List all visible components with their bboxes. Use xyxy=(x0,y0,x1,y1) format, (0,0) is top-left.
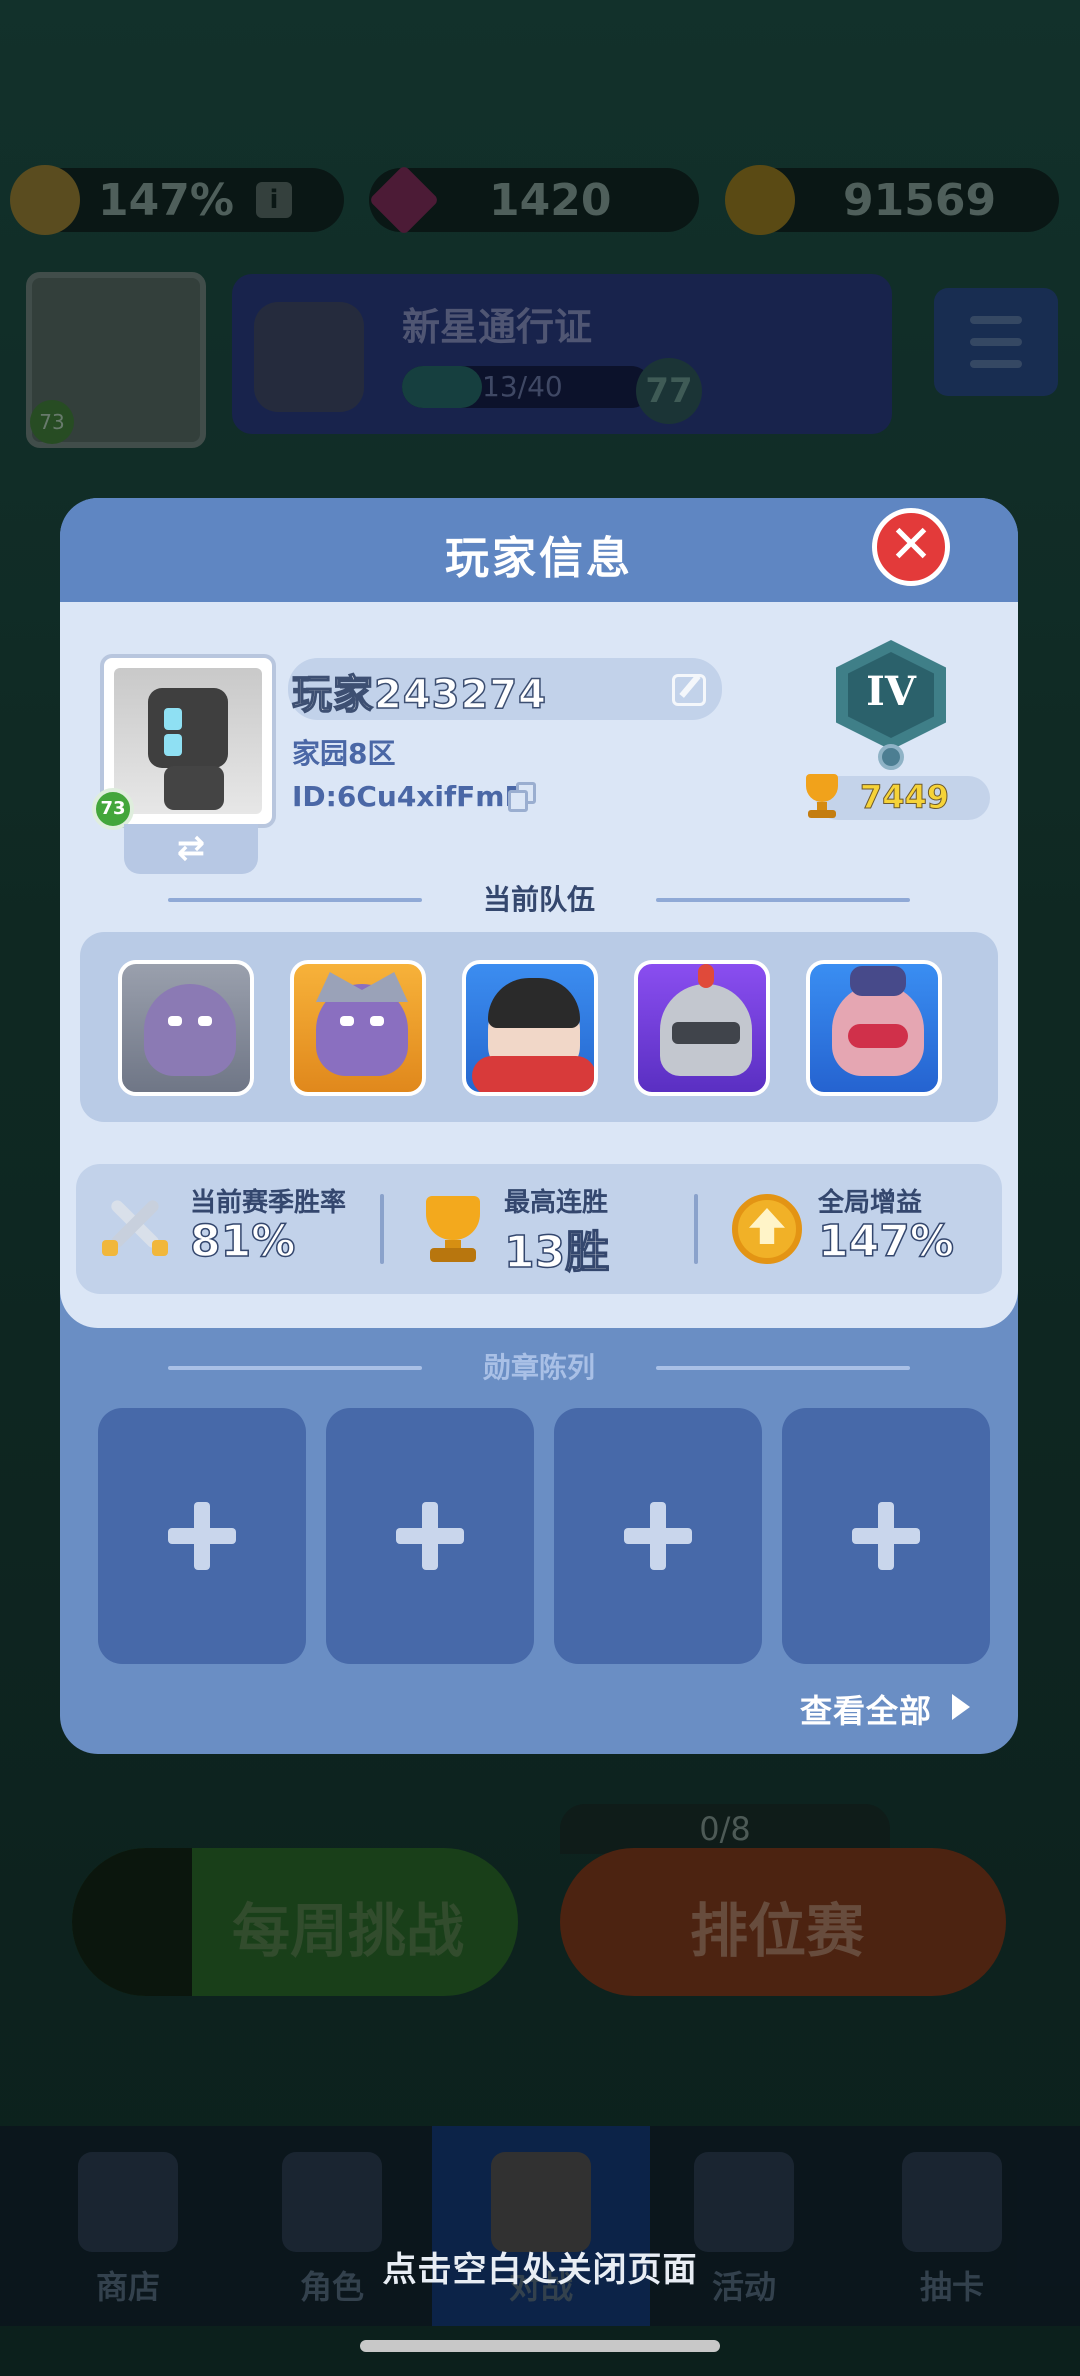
view-all-link[interactable]: 查看全部 xyxy=(800,1686,932,1732)
swap-arrows-icon: ⇄ xyxy=(176,828,206,868)
current-team xyxy=(80,932,998,1122)
hero-slot[interactable] xyxy=(118,960,254,1096)
player-info-panel: 73 ⇄ 玩家243274 家园8区 ID:6Cu4xifFmE IV 7449… xyxy=(60,602,1018,1328)
robot-cat-avatar-icon xyxy=(114,668,262,814)
stat-divider xyxy=(380,1194,384,1264)
global-boost-label: 全局增益 xyxy=(818,1188,923,1218)
edit-name-icon[interactable] xyxy=(672,674,706,706)
home-indicator[interactable] xyxy=(360,2340,720,2352)
medal-slot-add[interactable] xyxy=(554,1408,762,1664)
stat-divider xyxy=(694,1194,698,1264)
home-zone: 家园8区 xyxy=(292,737,396,770)
rank-emblem-icon[interactable]: IV xyxy=(836,640,946,770)
medal-divider-right xyxy=(656,1366,910,1370)
trophy-icon xyxy=(800,772,844,820)
stats-panel: 当前赛季胜率 81% 最高连胜 13胜 全局增益 147% xyxy=(76,1164,1002,1294)
rank-tier: IV xyxy=(866,668,916,715)
win-rate-value: 81% xyxy=(189,1215,296,1268)
hero-slot[interactable] xyxy=(462,960,598,1096)
player-info-modal: 玩家信息 73 ⇄ 玩家243274 家园8区 ID:6Cu4xifFmE IV xyxy=(60,498,1018,1754)
win-streak-label: 最高连胜 xyxy=(504,1188,609,1218)
close-hint: 点击空白处关闭页面 xyxy=(382,2250,698,2290)
play-arrow-icon[interactable] xyxy=(952,1694,970,1720)
medal-slot-add[interactable] xyxy=(782,1408,990,1664)
win-streak-value: 13胜 xyxy=(503,1226,610,1279)
hero-slot[interactable] xyxy=(806,960,942,1096)
player-name: 玩家243274 xyxy=(291,671,547,719)
copy-id-icon[interactable] xyxy=(508,782,538,812)
trophy-cup-icon xyxy=(416,1192,490,1266)
win-rate-label: 当前赛季胜率 xyxy=(190,1188,347,1218)
close-icon[interactable]: ✕ xyxy=(872,508,950,586)
medal-slot-add[interactable] xyxy=(98,1408,306,1664)
crossed-swords-icon xyxy=(102,1192,176,1266)
hero-slot[interactable] xyxy=(634,960,770,1096)
swap-avatar-button[interactable]: ⇄ xyxy=(124,824,258,874)
global-boost-value: 147% xyxy=(817,1215,954,1268)
medal-slot-add[interactable] xyxy=(326,1408,534,1664)
trophy-count: 7449 xyxy=(859,778,950,817)
team-divider-right xyxy=(656,898,910,902)
player-id: ID:6Cu4xifFmE xyxy=(292,780,524,813)
hero-slot[interactable] xyxy=(290,960,426,1096)
boost-arrow-icon xyxy=(730,1192,804,1266)
